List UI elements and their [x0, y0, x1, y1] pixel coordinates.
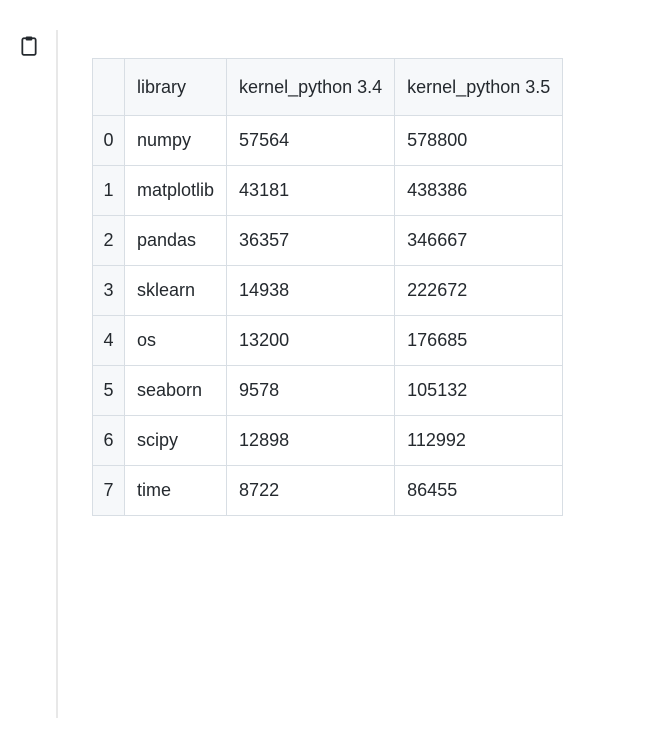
row-index: 2: [93, 216, 125, 266]
cell-library: time: [125, 466, 227, 516]
table-row: 7 time 8722 86455: [93, 466, 563, 516]
column-header: library: [125, 59, 227, 116]
header-row: library kernel_python 3.4 kernel_python …: [93, 59, 563, 116]
cell-value: 438386: [395, 166, 563, 216]
table-row: 1 matplotlib 43181 438386: [93, 166, 563, 216]
table-row: 5 seaborn 9578 105132: [93, 366, 563, 416]
table-row: 0 numpy 57564 578800: [93, 116, 563, 166]
output-cell: library kernel_python 3.4 kernel_python …: [0, 0, 668, 748]
cell-value: 112992: [395, 416, 563, 466]
cell-value: 43181: [227, 166, 395, 216]
table-body: 0 numpy 57564 578800 1 matplotlib 43181 …: [93, 116, 563, 516]
cell-value: 176685: [395, 316, 563, 366]
row-index: 3: [93, 266, 125, 316]
index-header: [93, 59, 125, 116]
cell-divider: [56, 30, 58, 718]
cell-value: 346667: [395, 216, 563, 266]
cell-value: 9578: [227, 366, 395, 416]
table-row: 2 pandas 36357 346667: [93, 216, 563, 266]
cell-library: pandas: [125, 216, 227, 266]
cell-value: 222672: [395, 266, 563, 316]
column-header: kernel_python 3.4: [227, 59, 395, 116]
cell-value: 14938: [227, 266, 395, 316]
cell-gutter: [20, 30, 56, 718]
cell-value: 57564: [227, 116, 395, 166]
clipboard-icon[interactable]: [20, 36, 38, 56]
column-header: kernel_python 3.5: [395, 59, 563, 116]
table-header: library kernel_python 3.4 kernel_python …: [93, 59, 563, 116]
cell-value: 12898: [227, 416, 395, 466]
row-index: 4: [93, 316, 125, 366]
row-index: 0: [93, 116, 125, 166]
cell-library: scipy: [125, 416, 227, 466]
cell-library: numpy: [125, 116, 227, 166]
table-row: 4 os 13200 176685: [93, 316, 563, 366]
table-row: 3 sklearn 14938 222672: [93, 266, 563, 316]
row-index: 6: [93, 416, 125, 466]
cell-value: 578800: [395, 116, 563, 166]
dataframe-table: library kernel_python 3.4 kernel_python …: [92, 58, 563, 516]
cell-library: os: [125, 316, 227, 366]
row-index: 1: [93, 166, 125, 216]
row-index: 7: [93, 466, 125, 516]
cell-value: 13200: [227, 316, 395, 366]
cell-value: 86455: [395, 466, 563, 516]
cell-value: 8722: [227, 466, 395, 516]
cell-library: matplotlib: [125, 166, 227, 216]
row-index: 5: [93, 366, 125, 416]
cell-library: sklearn: [125, 266, 227, 316]
dataframe-output: library kernel_python 3.4 kernel_python …: [92, 30, 668, 718]
cell-library: seaborn: [125, 366, 227, 416]
table-row: 6 scipy 12898 112992: [93, 416, 563, 466]
cell-value: 105132: [395, 366, 563, 416]
cell-value: 36357: [227, 216, 395, 266]
